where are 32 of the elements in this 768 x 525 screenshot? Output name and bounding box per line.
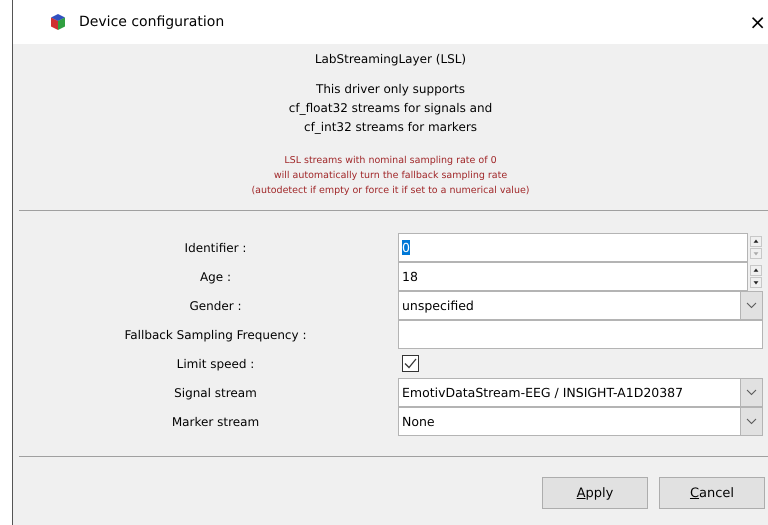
number-field[interactable]: 18 — [398, 262, 748, 291]
warning-text: (autodetect if empty or force it if set to a numerical value) — [251, 184, 530, 198]
chevron-down-icon — [740, 379, 762, 406]
field-label: Gender : — [188, 298, 243, 314]
close-button[interactable]: × — [749, 12, 766, 32]
field-label: Limit speed : — [176, 356, 256, 372]
chevron-down-icon — [740, 408, 762, 435]
description-text: This driver only supports — [316, 81, 465, 98]
field-label: Age : — [198, 268, 232, 286]
warning-text: will automatically turn the fallback sampling rate — [274, 169, 508, 183]
field-label: Fallback Sampling Frequency : — [124, 326, 308, 344]
driver-title: LabStreamingLayer (LSL) — [314, 52, 466, 66]
field-label: Identifier : — [184, 240, 248, 256]
description-text: cf_float32 streams for signals and — [288, 100, 492, 117]
dropdown[interactable]: None — [398, 407, 763, 436]
spin-up-icon[interactable] — [750, 236, 762, 247]
spin-down-icon[interactable] — [750, 277, 762, 288]
warning-text: LSL streams with nominal sampling rate of 0 — [284, 154, 497, 168]
chevron-down-icon — [740, 292, 762, 319]
field-label: Signal stream — [173, 384, 258, 402]
spin-up-icon[interactable] — [750, 265, 762, 276]
dropdown[interactable]: unspecified — [398, 291, 763, 320]
dropdown[interactable]: EmotivDataStream-EEG / INSIGHT-A1D20387 — [398, 378, 763, 407]
cancel-button[interactable]: Cancel — [659, 477, 765, 509]
number-field[interactable]: 0 — [398, 233, 748, 262]
description-text: cf_int32 streams for markers — [304, 119, 478, 136]
checkbox[interactable] — [402, 355, 419, 372]
cube-icon — [49, 13, 67, 31]
window-title: Device configuration — [79, 14, 226, 30]
apply-button[interactable]: Apply — [542, 477, 648, 509]
field-label: Marker stream — [170, 414, 260, 430]
input-field[interactable] — [398, 320, 763, 349]
